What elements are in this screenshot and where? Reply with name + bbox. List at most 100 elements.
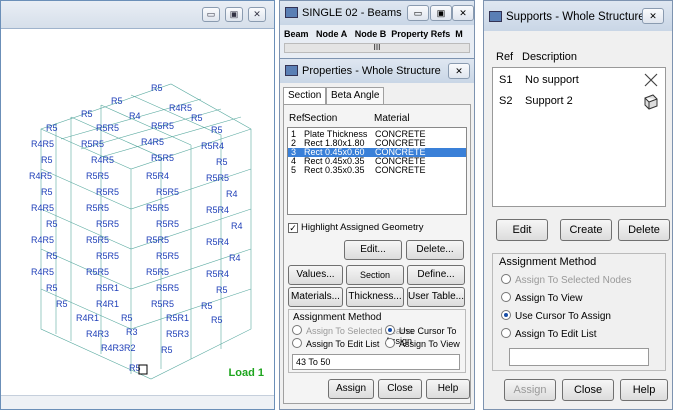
svg-text:R4R5: R4R5 (31, 235, 54, 245)
svg-text:R4R1: R4R1 (76, 313, 99, 323)
properties-title: Properties - Whole Structure (302, 65, 441, 77)
use-cursor-radio[interactable]: Use Cursor To Assign (501, 310, 611, 322)
col-node-b[interactable]: Node B (355, 29, 387, 39)
supports-close-button[interactable]: ✕ (642, 8, 664, 24)
svg-text:R4R5: R4R5 (31, 139, 54, 149)
section-database-button[interactable]: Section Database (346, 265, 404, 298)
supports-window[interactable]: Supports - Whole Structure ✕ Ref Descrip… (483, 0, 673, 410)
svg-text:R5: R5 (201, 301, 213, 311)
properties-window[interactable]: Properties - Whole Structure ✕ Section B… (279, 58, 475, 410)
properties-titlebar: Properties - Whole Structure ✕ (280, 59, 474, 83)
assign-edit-list-radio[interactable]: Assign To Edit List (501, 328, 597, 340)
svg-text:R5R5: R5R5 (96, 123, 119, 133)
fixed-support-icon (644, 94, 658, 110)
close-button[interactable]: ✕ (248, 7, 266, 22)
svg-text:R5R5: R5R5 (86, 267, 109, 277)
delete-button[interactable]: Delete (618, 219, 670, 241)
svg-text:R5: R5 (46, 219, 58, 229)
header-description: Description (522, 51, 578, 63)
list-item[interactable]: 5 Rect 0.35x0.35 CONCRETE (288, 166, 466, 175)
tab-section[interactable]: Section (283, 87, 327, 105)
beams-close-button[interactable]: ✕ (452, 5, 474, 21)
structure-model-canvas[interactable]: R5R5R4R5 R5 R4 R5 R5 R5R5 R5R5 R5 R4R5 R5R5 R4R… (1, 29, 274, 397)
svg-text:R5: R5 (161, 345, 173, 355)
create-button[interactable]: Create (560, 219, 612, 241)
beams-maximize-button[interactable]: ▣ (430, 5, 452, 21)
properties-close-button[interactable]: ✕ (448, 63, 470, 79)
support-s1-desc[interactable]: No support (525, 74, 579, 86)
define-button[interactable]: Define... (407, 265, 465, 285)
svg-text:R3: R3 (126, 327, 138, 337)
help-button[interactable]: Help (426, 379, 470, 399)
svg-text:R5: R5 (216, 285, 228, 295)
svg-text:R5R5: R5R5 (96, 219, 119, 229)
svg-text:R4R5: R4R5 (29, 171, 52, 181)
assign-view-radio[interactable]: Assign To View (501, 292, 582, 304)
highlight-label: Highlight Assigned Geometry (301, 222, 424, 233)
beams-scrollbar[interactable]: III (284, 43, 470, 53)
maximize-button[interactable]: ▣ (225, 7, 243, 22)
svg-text:R5R5: R5R5 (86, 235, 109, 245)
beams-table-window[interactable]: SINGLE 02 - Beams ▭ ▣ ✕ Beam Node A Node… (279, 0, 475, 62)
highlight-checkbox-row[interactable]: ✓ Highlight Assigned Geometry (288, 222, 424, 233)
section-list[interactable]: 1 Plate Thickness CONCRETE 2 Rect 1.80x1.80… (287, 127, 467, 215)
assignment-method-group: Assignment Method Assign To Selected Nod… (492, 253, 666, 371)
col-property[interactable]: Property Refs (391, 29, 450, 39)
svg-text:R4R5: R4R5 (31, 203, 54, 213)
support-s2-ref[interactable]: S2 (499, 95, 512, 107)
svg-text:R4R3R2: R4R3R2 (101, 343, 136, 353)
col-beam[interactable]: Beam (284, 29, 309, 39)
properties-icon (285, 65, 298, 76)
header-material: Material (374, 113, 410, 124)
tab-beta-angle[interactable]: Beta Angle (326, 87, 385, 105)
svg-text:R5: R5 (46, 123, 58, 133)
materials-button[interactable]: Materials... (288, 287, 343, 307)
close-button[interactable]: Close (562, 379, 614, 401)
col-node-a[interactable]: Node A (316, 29, 347, 39)
assignment-title: Assignment Method (499, 256, 597, 268)
svg-text:R5R4: R5R4 (206, 237, 229, 247)
svg-text:R5R5: R5R5 (96, 187, 119, 197)
svg-text:R5: R5 (46, 283, 58, 293)
assign-button[interactable]: Assign (328, 379, 374, 399)
svg-text:R5: R5 (121, 313, 133, 323)
edit-list-input[interactable]: 43 To 50 (292, 354, 460, 370)
assign-selected-nodes-radio[interactable]: Assign To Selected Nodes (501, 274, 632, 286)
svg-text:R5R5: R5R5 (146, 267, 169, 277)
svg-text:R5R4: R5R4 (201, 141, 224, 151)
help-button[interactable]: Help (620, 379, 668, 401)
assign-button[interactable]: Assign (504, 379, 556, 401)
svg-text:R5: R5 (211, 315, 223, 325)
header-ref: Ref (289, 113, 305, 124)
edit-list-input[interactable] (509, 348, 649, 366)
svg-text:R4R5: R4R5 (169, 103, 192, 113)
assign-edit-list-radio[interactable]: Assign To Edit List (292, 338, 379, 349)
svg-text:R5R5: R5R5 (96, 251, 119, 261)
support-s1-ref[interactable]: S1 (499, 74, 512, 86)
svg-text:R5R1: R5R1 (96, 283, 119, 293)
supports-list[interactable]: S1 No support S2 Support 2 (492, 67, 666, 207)
assign-view-radio[interactable]: Assign To View (385, 338, 460, 349)
structure-viewport[interactable]: ▭ ▣ ✕ R5 R5 R4R5 R5 R4 R5 R5 R5R5 R5R5 R5 R4R5 R… (0, 0, 275, 410)
edit-button[interactable]: Edit (496, 219, 548, 241)
no-support-icon (644, 73, 658, 87)
edit-button[interactable]: Edit... (344, 240, 402, 260)
highlight-checkbox[interactable]: ✓ (288, 223, 298, 233)
svg-text:R4R1: R4R1 (96, 299, 119, 309)
user-table-button[interactable]: User Table... (407, 287, 465, 307)
thickness-button[interactable]: Thickness... (346, 287, 404, 307)
svg-text:R5R3: R5R3 (166, 329, 189, 339)
minimize-button[interactable]: ▭ (202, 7, 220, 22)
close-button[interactable]: Close (378, 379, 422, 399)
beams-minimize-button[interactable]: ▭ (407, 5, 429, 21)
svg-text:R5R1: R5R1 (166, 313, 189, 323)
col-m[interactable]: M (455, 29, 463, 39)
delete-button[interactable]: Delete... (406, 240, 464, 260)
svg-text:R5: R5 (81, 109, 93, 119)
svg-text:R5R4: R5R4 (206, 269, 229, 279)
svg-text:R4: R4 (226, 189, 238, 199)
svg-text:R5: R5 (191, 113, 203, 123)
support-s2-desc[interactable]: Support 2 (525, 95, 573, 107)
values-button[interactable]: Values... (288, 265, 343, 285)
svg-text:R5R5: R5R5 (146, 235, 169, 245)
